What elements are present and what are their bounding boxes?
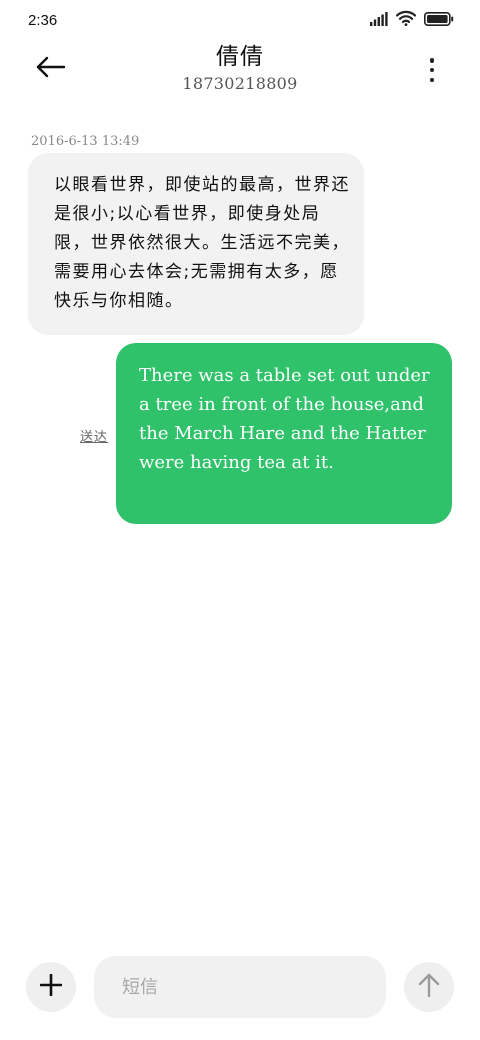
wifi-icon — [395, 10, 417, 30]
more-options-button[interactable] — [422, 56, 442, 84]
battery-icon — [424, 11, 454, 30]
sms-input[interactable] — [94, 956, 386, 1018]
more-vertical-icon-dot — [429, 77, 435, 82]
send-button[interactable] — [404, 962, 454, 1012]
incoming-message-bubble[interactable]: 以眼看世界，即使站的最高，世界还是很小;以心看世界，即使身处局限，世界依然很大。… — [28, 153, 364, 335]
contact-title: 倩倩 18730218809 — [0, 40, 480, 94]
more-vertical-icon-dot — [429, 67, 435, 73]
messaging-screen: 2:36 倩倩 18730218809 2016-6-13 13:49 以眼看世… — [0, 0, 480, 1040]
plus-icon — [39, 973, 63, 1000]
contact-name: 倩倩 — [216, 44, 264, 70]
status-time: 2:36 — [28, 12, 58, 29]
add-attachment-button[interactable] — [26, 962, 76, 1012]
status-icons — [370, 10, 454, 30]
arrow-up-icon — [417, 972, 441, 1002]
conversation-header: 倩倩 18730218809 — [0, 40, 480, 100]
signal-icon — [370, 11, 388, 30]
message-timestamp: 2016-6-13 13:49 — [31, 134, 140, 149]
delivery-status: 送达 — [80, 430, 109, 445]
status-bar: 2:36 — [0, 0, 480, 40]
contact-number: 18730218809 — [182, 74, 298, 93]
more-vertical-icon-dot — [429, 58, 435, 63]
outgoing-message-bubble[interactable]: There was a table set out under a tree i… — [116, 343, 452, 524]
